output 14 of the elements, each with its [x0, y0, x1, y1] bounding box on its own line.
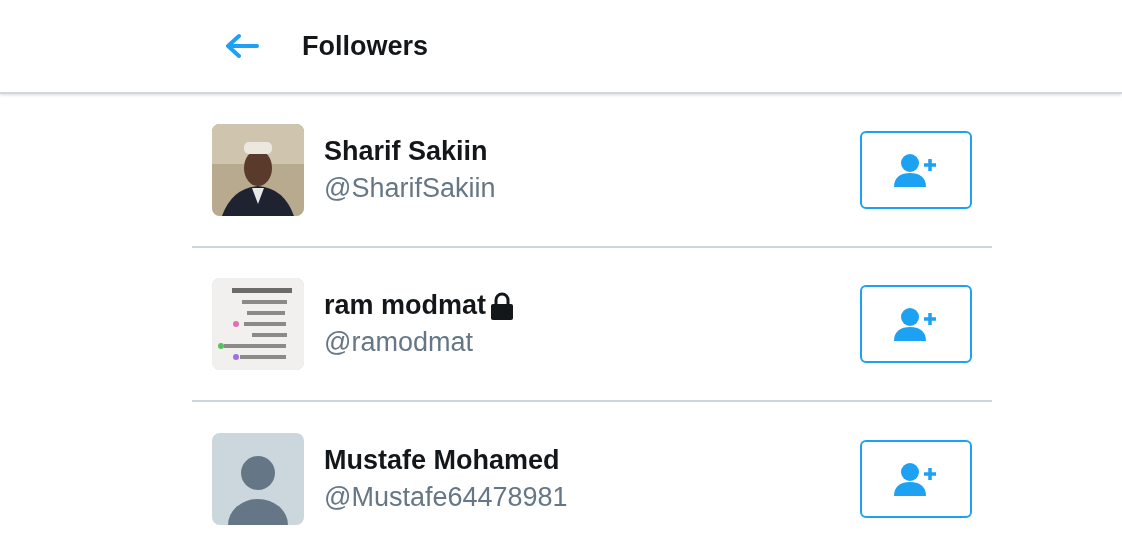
follow-button[interactable] — [860, 440, 972, 518]
follow-button[interactable] — [860, 131, 972, 209]
back-arrow-icon — [225, 33, 259, 59]
user-name: Mustafe Mohamed — [324, 445, 560, 476]
page-title: Followers — [302, 30, 429, 62]
add-user-icon — [894, 462, 938, 496]
user-handle: @SharifSakiin — [324, 173, 497, 204]
user-handle: @ramodmat — [324, 327, 474, 358]
follow-button[interactable] — [860, 285, 972, 363]
user-name: ram modmat — [324, 290, 487, 321]
user-handle: @Mustafe64478981 — [324, 482, 569, 513]
add-user-icon — [894, 307, 938, 341]
add-user-icon — [894, 153, 938, 187]
user-name: Sharif Sakiin — [324, 136, 488, 167]
